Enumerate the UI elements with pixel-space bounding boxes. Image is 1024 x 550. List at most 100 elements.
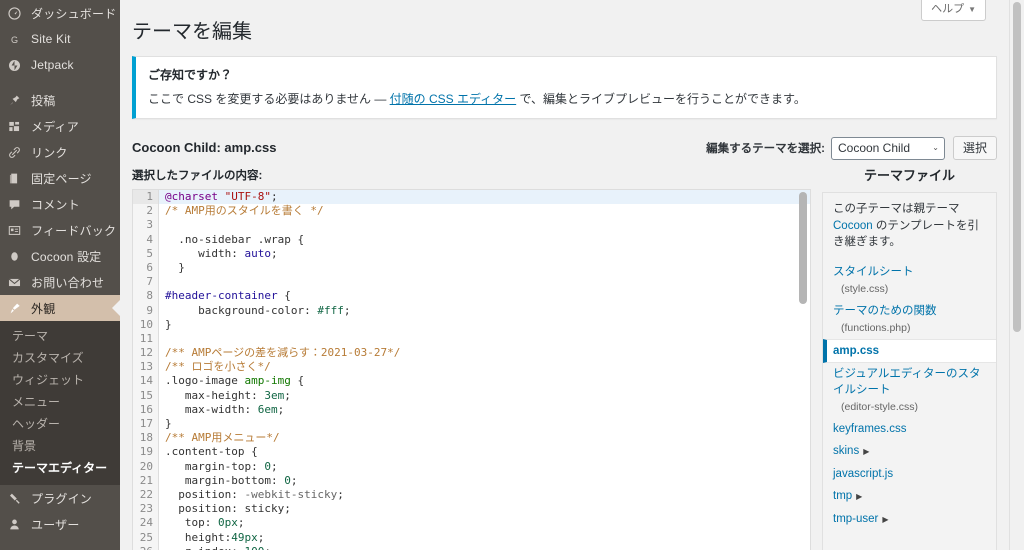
- submenu-item-themes[interactable]: テーマ: [0, 325, 120, 347]
- file-entry[interactable]: テーマのための関数 (functions.php): [823, 300, 996, 339]
- sidebar-group-bottom: プラグイン ユーザー: [0, 485, 120, 537]
- help-label: ヘルプ: [931, 3, 965, 15]
- submenu-item-theme-editor[interactable]: テーマエディター: [0, 457, 120, 479]
- theme-switcher: 編集するテーマを選択: Cocoon Child ⌄ 選択: [706, 136, 997, 160]
- file-entry-link[interactable]: javascript.js: [833, 468, 893, 480]
- file-entry[interactable]: tmp ▶: [823, 485, 996, 508]
- sidebar-item-label: コメント: [31, 197, 80, 212]
- line-number: 23: [133, 502, 159, 517]
- file-entry[interactable]: javascript.js: [823, 463, 996, 485]
- sidebar-item-cocoon-settings[interactable]: Cocoon 設定: [0, 243, 120, 269]
- sidebar-item-posts[interactable]: 投稿: [0, 87, 120, 113]
- submenu-item-background[interactable]: 背景: [0, 435, 120, 457]
- code-line: 9 background-color: #fff;: [133, 303, 810, 318]
- parent-theme-link[interactable]: Cocoon: [833, 220, 873, 232]
- file-entry[interactable]: スタイルシート (style.css): [823, 261, 996, 300]
- file-entry-link[interactable]: skins: [833, 445, 859, 457]
- file-entry-link[interactable]: tmp-user: [833, 513, 878, 525]
- sidebar-item-label: 投稿: [31, 93, 56, 108]
- select-theme-button[interactable]: 選択: [952, 136, 997, 160]
- users-icon: [8, 517, 25, 531]
- sidebar-group-top: ダッシュボード G Site Kit Jetpack 投稿 メディア リンク 固…: [0, 0, 120, 321]
- sidebar-item-label: ユーザー: [31, 517, 80, 532]
- sidebar-item-site-kit[interactable]: G Site Kit: [0, 26, 120, 52]
- file-entry-link[interactable]: tmp: [833, 490, 852, 502]
- current-file-title: Cocoon Child: amp.css: [132, 140, 277, 155]
- page-scrollbar[interactable]: [1009, 0, 1024, 550]
- code-line: 12 /** AMPページの差を減らす：2021-03-27*/: [133, 346, 810, 361]
- help-row: ヘルプ ▼: [120, 0, 1024, 21]
- code-editor[interactable]: 1 @charset "UTF-8"; 2 /* AMP用のスタイルを書く */ 3 4 …: [132, 189, 811, 550]
- file-entry[interactable]: skins ▶: [823, 440, 996, 463]
- code-text: z-index: 100;: [159, 545, 810, 550]
- theme-files-list: この子テーマは親テーマ Cocoon のテンプレートを引き継ぎます。 スタイルシ…: [822, 192, 997, 550]
- sidebar-item-media[interactable]: メディア: [0, 113, 120, 139]
- submenu-item-header[interactable]: ヘッダー: [0, 413, 120, 435]
- file-entry-link[interactable]: ビジュアルエディターのスタイルシート: [833, 368, 981, 396]
- file-entry[interactable]: keyframes.css: [823, 418, 996, 440]
- submenu-item-menus[interactable]: メニュー: [0, 391, 120, 413]
- code-line: 16 max-width: 6em;: [133, 402, 810, 417]
- file-entry[interactable]: amp.css: [823, 338, 996, 363]
- appearance-brush-icon: [8, 301, 25, 315]
- code-text: .logo-image amp-img {: [165, 374, 305, 388]
- line-number: 13: [133, 360, 159, 375]
- sidebar-item-plugins[interactable]: プラグイン: [0, 485, 120, 511]
- file-entry[interactable]: tmp-user ▶: [823, 508, 996, 531]
- site-kit-icon: G: [8, 32, 25, 46]
- sidebar-item-dashboard[interactable]: ダッシュボード: [0, 0, 120, 26]
- line-number: 25: [133, 530, 159, 545]
- dashboard-icon: [8, 6, 25, 20]
- line-number: 11: [133, 331, 159, 347]
- line-number: 22: [133, 487, 159, 503]
- page-scrollbar-thumb[interactable]: [1013, 2, 1021, 332]
- chevron-down-icon: ▼: [968, 5, 976, 14]
- sidebar-item-appearance[interactable]: 外観: [0, 295, 120, 321]
- editor-scrollbar-thumb[interactable]: [799, 192, 807, 304]
- code-line: 19 .content-top {: [133, 445, 810, 460]
- sidebar-item-comments[interactable]: コメント: [0, 191, 120, 217]
- file-entry-link[interactable]: keyframes.css: [833, 423, 907, 435]
- submenu-item-widgets[interactable]: ウィジェット: [0, 369, 120, 391]
- file-entry-filename: (functions.php): [841, 321, 911, 334]
- file-entry-link[interactable]: テーマのための関数: [833, 305, 937, 317]
- code-line: 17}: [133, 417, 810, 432]
- code-text: width: auto;: [165, 246, 278, 260]
- code-line: 14 .logo-image amp-img {: [133, 374, 810, 389]
- code-line: 11: [133, 331, 810, 347]
- line-number: 8: [133, 289, 159, 304]
- code-line: 15 max-height: 3em;: [133, 388, 810, 403]
- code-text: .content-top {: [165, 445, 258, 459]
- line-number: 6: [133, 260, 159, 276]
- sidebar-item-users[interactable]: ユーザー: [0, 511, 120, 537]
- notice-title: ご存知ですか？: [148, 68, 233, 82]
- theme-select[interactable]: Cocoon Child ⌄: [830, 136, 945, 160]
- help-button[interactable]: ヘルプ ▼: [921, 0, 986, 21]
- submenu-item-customize[interactable]: カスタマイズ: [0, 347, 120, 369]
- css-editor-link[interactable]: 付随の CSS エディター: [390, 92, 517, 106]
- file-entry[interactable]: ビジュアルエディターのスタイルシート (editor-style.css): [823, 363, 996, 418]
- line-number: 20: [133, 459, 159, 474]
- page-title: テーマを編集: [132, 21, 252, 43]
- file-entry-link[interactable]: スタイルシート: [833, 266, 914, 278]
- notice-body: ここで CSS を変更する必要はありません — 付随の CSS エディター で、…: [148, 91, 984, 107]
- code-line: 6 }: [133, 260, 810, 276]
- line-number: 10: [133, 317, 159, 332]
- sidebar-item-feedback[interactable]: フィードバック: [0, 217, 120, 243]
- cocoon-icon: [8, 249, 25, 263]
- sidebar-item-links[interactable]: リンク: [0, 139, 120, 165]
- files-column: テーマファイル この子テーマは親テーマ Cocoon のテンプレートを引き継ぎま…: [822, 167, 997, 550]
- code-text: margin-bottom: 0;: [165, 473, 298, 487]
- sidebar-item-contact[interactable]: お問い合わせ: [0, 269, 120, 295]
- file-entry-link[interactable]: amp.css: [833, 345, 879, 357]
- sidebar-item-pages[interactable]: 固定ページ: [0, 165, 120, 191]
- code-line: 7: [133, 275, 810, 290]
- code-line: 5 width: auto;: [133, 246, 810, 261]
- sidebar-item-jetpack[interactable]: Jetpack: [0, 52, 120, 78]
- line-number: 18: [133, 431, 159, 446]
- line-number: 14: [133, 374, 159, 389]
- feedback-icon: [8, 223, 25, 237]
- folder-arrow-icon: ▶: [882, 514, 889, 524]
